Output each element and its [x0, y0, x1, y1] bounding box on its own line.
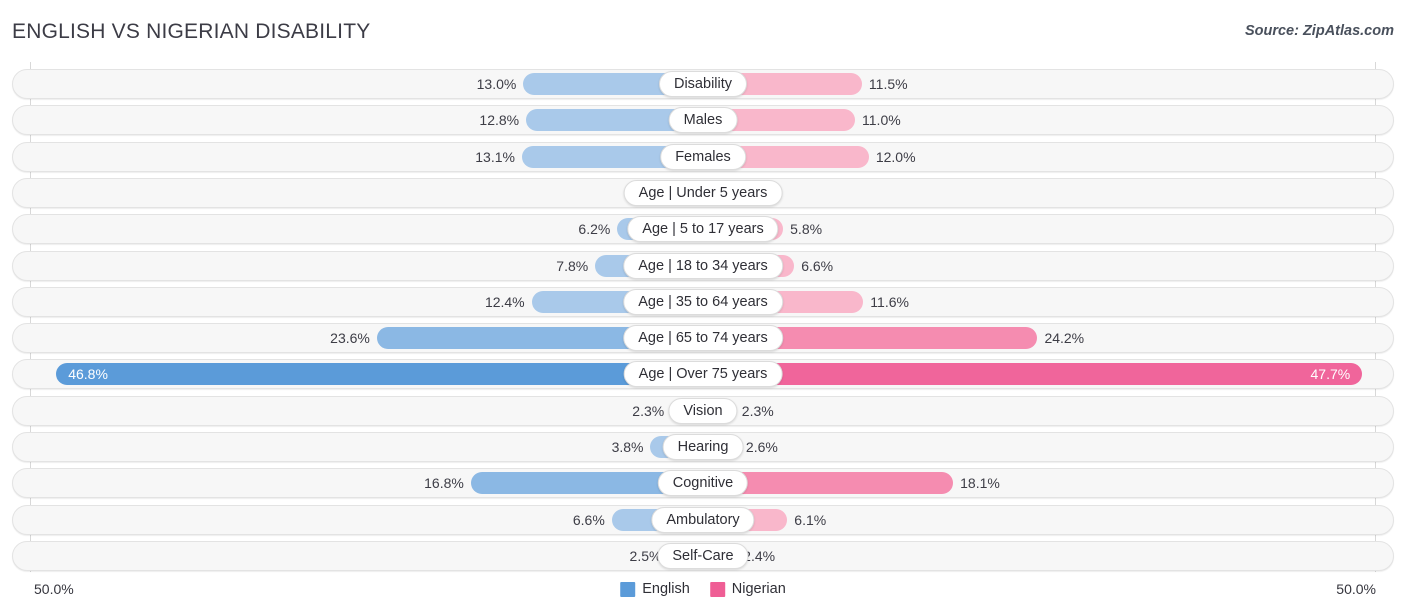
chart-header: ENGLISH VS NIGERIAN DISABILITY Source: Z…	[0, 0, 1406, 62]
legend-swatch-icon	[709, 581, 725, 597]
axis-max-left: 50.0%	[34, 581, 74, 597]
value-label-english: 7.8%	[556, 257, 589, 274]
legend-item[interactable]: Nigerian	[709, 581, 786, 597]
value-label-english: 23.6%	[330, 330, 370, 347]
value-label-nigerian: 12.0%	[875, 148, 916, 165]
value-label-english: 13.0%	[476, 76, 517, 92]
chart-page: ENGLISH VS NIGERIAN DISABILITY Source: Z…	[0, 0, 1406, 612]
row-category-label: Age | Under 5 years	[623, 179, 783, 206]
table-row: 13.1% 12.0% Females	[12, 141, 1394, 172]
value-label-nigerian: 6.1%	[794, 511, 827, 528]
legend-item[interactable]: English	[620, 581, 690, 597]
bar-english	[56, 363, 703, 386]
table-row: 2.3% 2.3% Vision	[12, 395, 1394, 426]
table-row: 1.7%1.3%Age | Under 5 years	[12, 177, 1394, 208]
value-label-nigerian: 6.6%	[801, 257, 834, 274]
axis-max-right: 50.0%	[1336, 581, 1376, 597]
value-label-english: 12.4%	[484, 293, 525, 310]
value-label-english: 2.3%	[632, 402, 665, 419]
row-category-label: Hearing	[662, 434, 744, 460]
value-label-nigerian: 11.0%	[862, 112, 901, 129]
table-row: 7.8% 6.6% Age | 18 to 34 years	[12, 250, 1394, 281]
value-label-nigerian: 47.7%	[1310, 366, 1351, 383]
row-category-label: Disability	[658, 71, 748, 97]
row-category-label: Ambulatory	[651, 506, 755, 533]
source-attribution: Source: ZipAtlas.com	[1244, 23, 1394, 39]
table-row: 12.8% 11.0% Males	[12, 105, 1394, 136]
row-category-label: Age | 5 to 17 years	[627, 216, 779, 243]
table-row: 46.8% 47.7% Age | Over 75 years	[12, 359, 1394, 390]
value-label-english: 6.2%	[578, 221, 611, 238]
value-label-nigerian: 2.6%	[745, 439, 778, 455]
row-category-label: Males	[668, 107, 738, 134]
row-category-label: Age | 18 to 34 years	[623, 252, 783, 279]
table-row: 16.8% 18.1% Cognitive	[12, 468, 1394, 499]
value-label-english: 12.8%	[479, 112, 520, 129]
row-category-label: Age | 65 to 74 years	[623, 325, 783, 352]
table-row: 6.2% 5.8% Age | 5 to 17 years	[12, 214, 1394, 245]
value-label-nigerian: 11.6%	[870, 293, 909, 310]
value-label-nigerian: 11.5%	[868, 76, 908, 92]
table-row: 6.6% 6.1% Ambulatory	[12, 504, 1394, 535]
chart-legend: English Nigerian	[620, 581, 786, 597]
row-category-label: Age | Over 75 years	[623, 361, 783, 388]
value-label-nigerian: 18.1%	[960, 475, 1000, 492]
page-title: ENGLISH VS NIGERIAN DISABILITY	[12, 20, 371, 43]
value-label-nigerian: 2.3%	[741, 402, 774, 419]
legend-label: Nigerian	[731, 581, 786, 597]
legend-label: English	[642, 581, 690, 597]
value-label-nigerian: 5.8%	[790, 221, 823, 238]
row-category-label: Cognitive	[657, 470, 749, 497]
row-category-label: Vision	[668, 397, 738, 424]
chart-footer: 50.0% 50.0% English Nigerian	[0, 572, 1406, 612]
value-label-nigerian: 24.2%	[1044, 330, 1085, 347]
row-category-label: Self-Care	[657, 542, 749, 569]
row-category-label: Females	[660, 143, 746, 170]
legend-swatch-icon	[620, 581, 636, 597]
row-category-label: Age | 35 to 64 years	[623, 288, 783, 315]
bar-nigerian	[703, 363, 1363, 386]
table-row: 13.0% 11.5% Disability	[12, 69, 1394, 99]
value-label-english: 13.1%	[475, 148, 515, 165]
value-label-english: 3.8%	[611, 439, 644, 455]
table-row: 12.4% 11.6% Age | 35 to 64 years	[12, 286, 1394, 317]
value-label-english: 6.6%	[572, 511, 605, 528]
table-row: 2.5% 2.4% Self-Care	[12, 540, 1394, 571]
table-row: 3.8% 2.6% Hearing	[12, 432, 1394, 462]
value-label-english: 46.8%	[68, 366, 108, 383]
chart-plot-area: 13.0% 11.5% Disability 12.8% 11.0% Males 13.1%…	[0, 62, 1406, 572]
table-row: 23.6% 24.2% Age | 65 to 74 years	[12, 323, 1394, 354]
value-label-english: 16.8%	[424, 475, 464, 492]
